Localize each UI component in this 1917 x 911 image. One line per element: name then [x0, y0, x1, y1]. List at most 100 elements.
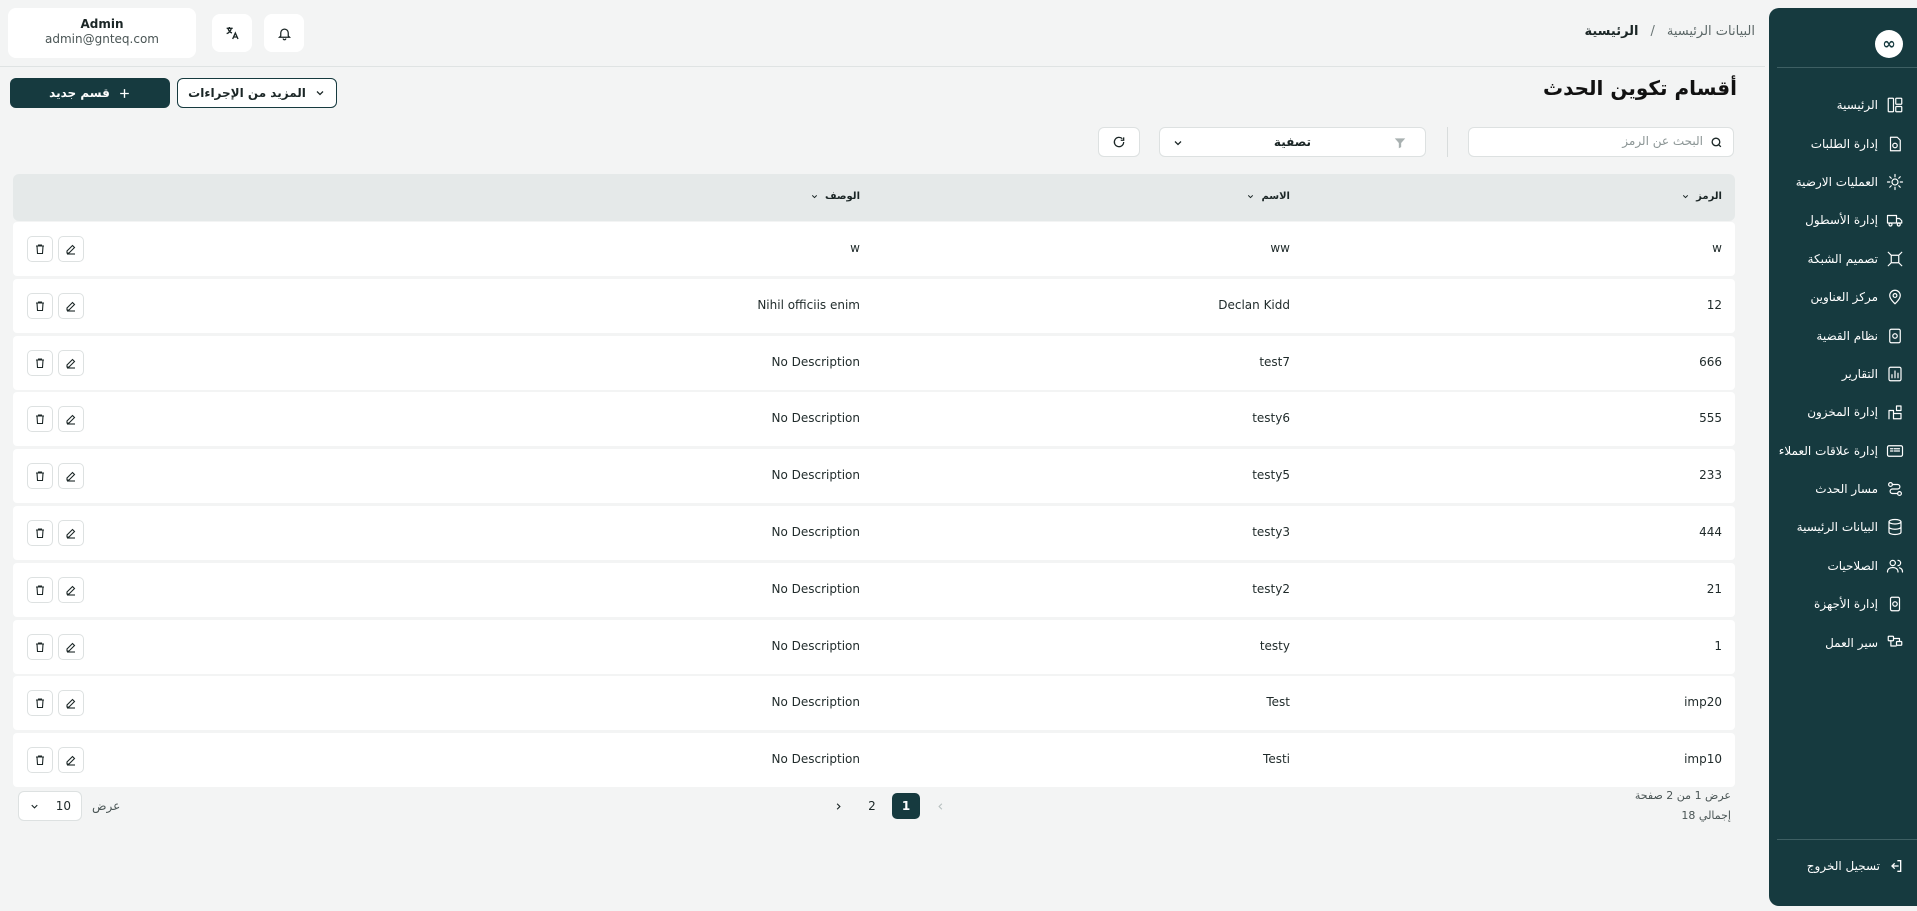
table-row: imp10 Testi No Description [13, 733, 1735, 788]
cell-name: test7 [1259, 354, 1290, 369]
total-count: إجمالي 18 [1681, 809, 1731, 822]
table-row: imp20 Test No Description [13, 676, 1735, 731]
ground-ops-icon [1886, 173, 1904, 191]
edit-button[interactable] [58, 236, 84, 262]
sidebar-item-label: إدارة المخزون [1807, 405, 1878, 420]
breadcrumb-separator: / [1650, 24, 1655, 39]
edit-button[interactable] [58, 576, 84, 603]
sidebar-item-devices[interactable]: إدارة الأجهزة [1769, 585, 1917, 623]
chevron-down-icon [31, 804, 38, 809]
sidebar-item-chart[interactable]: التقارير [1769, 355, 1917, 393]
per-page-label: عرض [92, 799, 121, 813]
sidebar-divider [1777, 67, 1917, 68]
delete-button[interactable] [27, 349, 53, 376]
delete-button[interactable] [27, 576, 53, 603]
user-profile-card[interactable]: Admin admin@gnteq.com [8, 8, 196, 58]
cell-name: Testi [1263, 752, 1290, 767]
sidebar-item-ground-ops[interactable]: العمليات الارضية [1769, 163, 1917, 201]
pencil-icon [66, 642, 76, 653]
refresh-button[interactable] [1098, 127, 1140, 157]
cell-description: No Description [771, 354, 860, 369]
column-header-code-label: الرمز [1696, 191, 1722, 202]
edit-button[interactable] [58, 690, 84, 717]
sidebar-item-database[interactable]: البيانات الرئيسية [1769, 508, 1917, 546]
sidebar-divider-bottom [1777, 839, 1917, 840]
delete-button[interactable] [27, 690, 53, 717]
language-button[interactable] [212, 14, 252, 52]
table-row: 21 testy2 No Description [13, 562, 1735, 617]
sidebar-item-users[interactable]: الصلاحيات [1769, 547, 1917, 585]
edit-button[interactable] [58, 406, 84, 433]
next-page-button[interactable] [824, 793, 852, 819]
per-page-value: 10 [55, 799, 71, 813]
sidebar-item-truck[interactable]: إدارة الأسطول [1769, 201, 1917, 239]
sidebar-item-workflow[interactable]: سير العمل [1769, 623, 1917, 661]
column-header-name[interactable]: الاسم [1246, 191, 1290, 202]
column-header-description[interactable]: الوصف [810, 191, 860, 202]
app-logo[interactable]: ∞ [1875, 30, 1903, 58]
page-1-button[interactable]: 1 [892, 793, 920, 819]
prev-page-button[interactable] [926, 793, 954, 819]
edit-button[interactable] [58, 349, 84, 376]
more-actions-button[interactable]: المزيد من الإجراءات [177, 78, 337, 108]
sidebar-item-warehouse[interactable]: إدارة المخزون [1769, 393, 1917, 431]
cell-code: imp10 [1684, 752, 1722, 767]
trash-icon [36, 358, 44, 368]
edit-button[interactable] [58, 519, 84, 546]
logout-button[interactable]: تسجيل الخروج [1807, 858, 1904, 874]
sidebar-item-label: تصميم الشبكة [1807, 251, 1878, 266]
notifications-button[interactable] [264, 14, 304, 52]
edit-button[interactable] [58, 747, 84, 774]
delete-button[interactable] [27, 236, 53, 262]
delete-button[interactable] [27, 463, 53, 490]
column-header-description-label: الوصف [824, 191, 860, 202]
network-icon [1887, 251, 1903, 267]
breadcrumb-current[interactable]: البيانات الرئيسية [1667, 24, 1755, 39]
chevron-down-icon [1174, 141, 1182, 146]
trash-icon [36, 585, 44, 595]
cell-name: Declan Kidd [1218, 297, 1290, 312]
edit-button[interactable] [58, 463, 84, 490]
sidebar-item-label: إدارة الأسطول [1805, 213, 1878, 228]
cell-name: testy3 [1252, 524, 1290, 539]
sidebar-item-case[interactable]: نظام القضية [1769, 316, 1917, 354]
chevron-left-icon [937, 802, 942, 810]
sidebar-item-dashboard[interactable]: الرئيسية [1769, 86, 1917, 124]
edit-button[interactable] [58, 633, 84, 660]
refresh-icon [1113, 136, 1125, 148]
orders-icon [1889, 136, 1901, 151]
table-row: w ww w [13, 222, 1735, 276]
page-2-button[interactable]: 2 [858, 793, 886, 819]
search-input[interactable] [1483, 134, 1703, 148]
per-page-select[interactable]: 10 [18, 791, 82, 821]
filter-dropdown[interactable]: تصفية [1159, 127, 1426, 157]
truck-icon [1886, 215, 1903, 227]
cell-name: testy2 [1252, 581, 1290, 596]
chart-icon [1888, 366, 1902, 382]
filter-label: تصفية [1273, 135, 1312, 149]
location-icon [1889, 289, 1901, 305]
new-section-button[interactable]: قسم جديد [10, 78, 170, 108]
sidebar-item-label: إدارة علاقات العملاء [1778, 443, 1878, 458]
table-body: w ww w 12 Declan Kidd Nihil officiis enim 666 t… [13, 222, 1735, 788]
warehouse-icon [1888, 405, 1902, 420]
column-header-code[interactable]: الرمز [1681, 191, 1722, 202]
trash-icon [36, 528, 44, 539]
table-row: 444 testy3 No Description [13, 505, 1735, 560]
sidebar-item-crm[interactable]: إدارة علاقات العملاء [1769, 432, 1917, 470]
breadcrumb-home[interactable]: الرئيسية [1584, 24, 1638, 39]
delete-button[interactable] [27, 633, 53, 660]
cell-code: imp20 [1684, 695, 1722, 710]
cell-code: 1 [1714, 638, 1722, 653]
sidebar-item-label: العمليات الارضية [1795, 174, 1878, 189]
sidebar-item-orders[interactable]: إدارة الطلبات [1769, 124, 1917, 162]
delete-button[interactable] [27, 519, 53, 546]
new-section-label: قسم جديد [49, 86, 110, 100]
delete-button[interactable] [27, 406, 53, 433]
delete-button[interactable] [27, 747, 53, 774]
sidebar-item-network[interactable]: تصميم الشبكة [1769, 240, 1917, 278]
edit-button[interactable] [58, 292, 84, 319]
sidebar-item-route[interactable]: مسار الحدث [1769, 470, 1917, 508]
delete-button[interactable] [27, 292, 53, 319]
sidebar-item-location[interactable]: مركز العناوين [1769, 278, 1917, 316]
